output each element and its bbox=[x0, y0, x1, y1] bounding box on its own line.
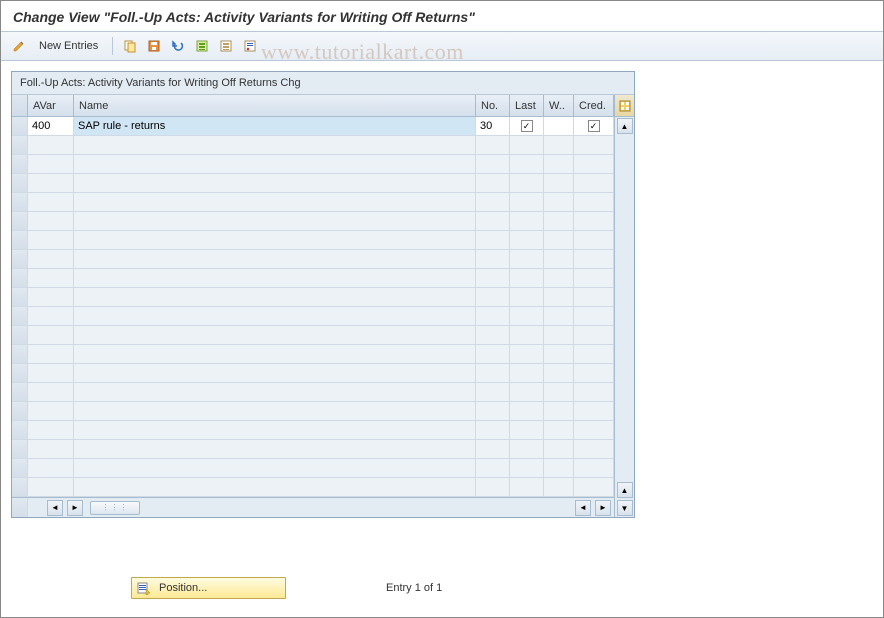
select-all-icon[interactable] bbox=[193, 37, 211, 55]
table-row[interactable] bbox=[12, 307, 614, 326]
scroll-up-icon[interactable]: ▲ bbox=[617, 118, 633, 134]
new-entries-button[interactable]: New Entries bbox=[33, 40, 104, 52]
cell-w[interactable] bbox=[544, 117, 574, 135]
cell-no[interactable]: 30 bbox=[476, 117, 510, 135]
table-row[interactable]: 400 SAP rule - returns 30 ✓ ✓ bbox=[12, 117, 614, 136]
table-settings-icon[interactable] bbox=[615, 95, 634, 117]
scroll-down-icon[interactable]: ▼ bbox=[617, 500, 633, 516]
scroll-left-end-icon[interactable]: ◄ bbox=[575, 500, 591, 516]
toolbar: New Entries bbox=[1, 31, 883, 61]
position-icon bbox=[137, 581, 151, 595]
header: Change View "Foll.-Up Acts: Activity Var… bbox=[1, 1, 883, 31]
footer: Position... Entry 1 of 1 bbox=[1, 577, 883, 599]
entry-count: Entry 1 of 1 bbox=[386, 582, 442, 594]
position-button[interactable]: Position... bbox=[131, 577, 286, 599]
cell-avar[interactable]: 400 bbox=[28, 117, 74, 135]
table-row[interactable] bbox=[12, 326, 614, 345]
col-last[interactable]: Last bbox=[510, 95, 544, 116]
table-row[interactable] bbox=[12, 288, 614, 307]
table-row[interactable] bbox=[12, 478, 614, 497]
table-grid: AVar Name No. Last W.. Cred. 400 SAP rul… bbox=[12, 95, 614, 517]
table-row[interactable] bbox=[12, 345, 614, 364]
row-selector[interactable] bbox=[12, 117, 28, 135]
scroll-thumb[interactable]: ⋮⋮⋮ bbox=[90, 501, 140, 515]
page-title: Change View "Foll.-Up Acts: Activity Var… bbox=[13, 9, 871, 25]
table-row[interactable] bbox=[12, 421, 614, 440]
col-cred[interactable]: Cred. bbox=[574, 95, 614, 116]
table-row[interactable] bbox=[12, 231, 614, 250]
copy-icon[interactable] bbox=[121, 37, 139, 55]
table-row[interactable] bbox=[12, 155, 614, 174]
scroll-right-icon[interactable]: ► bbox=[67, 500, 83, 516]
deselect-all-icon[interactable] bbox=[217, 37, 235, 55]
undo-icon[interactable] bbox=[169, 37, 187, 55]
col-no[interactable]: No. bbox=[476, 95, 510, 116]
table-title: Foll.-Up Acts: Activity Variants for Wri… bbox=[12, 72, 634, 95]
table-row[interactable] bbox=[12, 174, 614, 193]
col-name[interactable]: Name bbox=[74, 95, 476, 116]
checkbox-checked-icon[interactable]: ✓ bbox=[521, 120, 533, 132]
horizontal-scrollbar[interactable]: ◄ ► ⋮⋮⋮ ◄ ► bbox=[12, 497, 614, 517]
position-label: Position... bbox=[159, 582, 207, 594]
col-w[interactable]: W.. bbox=[544, 95, 574, 116]
save-icon[interactable] bbox=[145, 37, 163, 55]
scroll-up-end-icon[interactable]: ▲ bbox=[617, 482, 633, 498]
table-row[interactable] bbox=[12, 402, 614, 421]
table-container: Foll.-Up Acts: Activity Variants for Wri… bbox=[11, 71, 635, 518]
table-row[interactable] bbox=[12, 440, 614, 459]
cell-name[interactable]: SAP rule - returns bbox=[74, 117, 476, 135]
table-row[interactable] bbox=[12, 136, 614, 155]
table-row[interactable] bbox=[12, 212, 614, 231]
delete-icon[interactable] bbox=[241, 37, 259, 55]
cell-cred[interactable]: ✓ bbox=[574, 117, 614, 135]
scroll-right-end-icon[interactable]: ► bbox=[595, 500, 611, 516]
table-row[interactable] bbox=[12, 459, 614, 478]
table-body: 400 SAP rule - returns 30 ✓ ✓ bbox=[12, 117, 614, 497]
table-row[interactable] bbox=[12, 383, 614, 402]
toggle-edit-icon[interactable] bbox=[11, 38, 27, 54]
col-selector[interactable] bbox=[12, 95, 28, 116]
checkbox-checked-icon[interactable]: ✓ bbox=[588, 120, 600, 132]
content-area: Foll.-Up Acts: Activity Variants for Wri… bbox=[1, 61, 883, 518]
right-column: ▲ ▲ ▼ bbox=[614, 95, 634, 517]
table-row[interactable] bbox=[12, 250, 614, 269]
cell-last[interactable]: ✓ bbox=[510, 117, 544, 135]
table-header: AVar Name No. Last W.. Cred. bbox=[12, 95, 614, 117]
table-row[interactable] bbox=[12, 193, 614, 212]
scroll-left-icon[interactable]: ◄ bbox=[47, 500, 63, 516]
col-avar[interactable]: AVar bbox=[28, 95, 74, 116]
table-row[interactable] bbox=[12, 269, 614, 288]
vertical-scrollbar[interactable]: ▲ ▲ ▼ bbox=[615, 117, 634, 517]
table-row[interactable] bbox=[12, 364, 614, 383]
toolbar-divider bbox=[112, 37, 113, 55]
